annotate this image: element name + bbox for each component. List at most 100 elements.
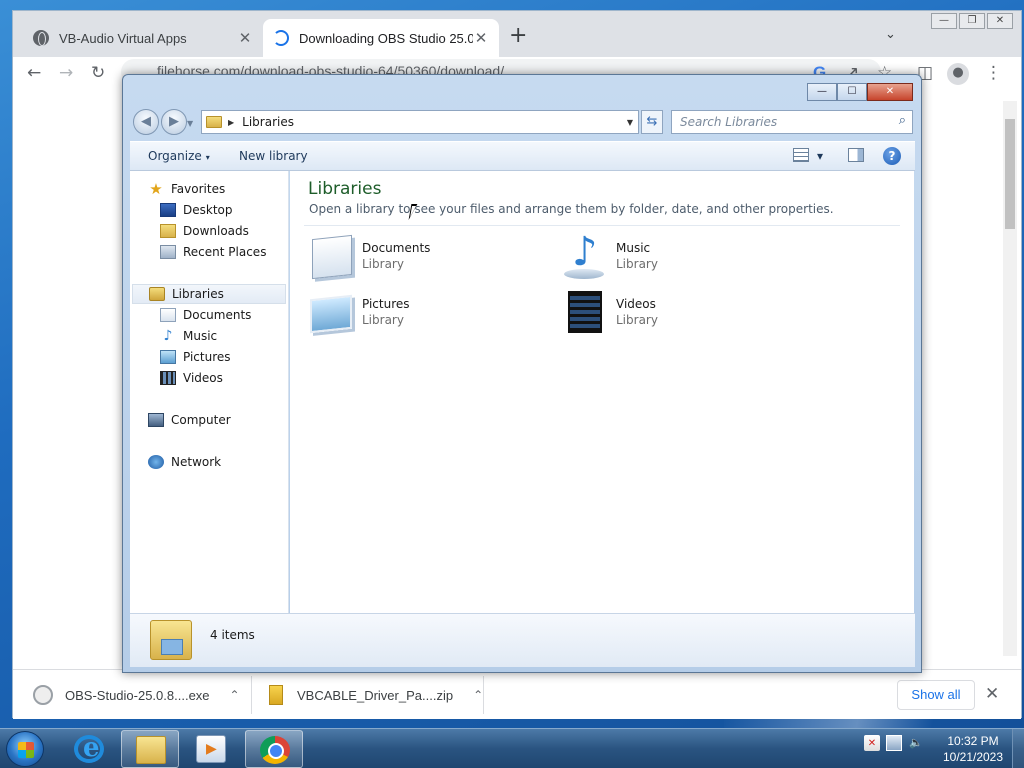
taskbar-button-chrome[interactable] [245,730,303,768]
forward-icon[interactable]: → [59,63,73,83]
nav-item-desktop[interactable]: Desktop [160,200,233,220]
menu-icon[interactable]: ⋮ [985,63,1002,83]
clock-date: 10/21/2023 [942,750,1004,764]
nav-label: Videos [183,371,223,385]
tab-title: Downloading OBS Studio 25.0.8 [299,30,473,46]
close-button[interactable]: ✕ [867,83,913,101]
page-scrollbar[interactable] [1003,101,1017,656]
nav-item-pictures[interactable]: Pictures [160,347,231,367]
preview-pane-icon[interactable] [848,148,864,162]
address-bar[interactable]: ▶ Libraries ▼ [201,110,639,134]
library-type: Library [616,313,658,327]
taskbar: 🔈 10:32 PM 10/21/2023 [0,728,1024,768]
nav-item-downloads[interactable]: Downloads [160,221,249,241]
nav-item-computer[interactable]: Computer [148,410,231,430]
close-tab-icon[interactable]: ✕ [473,29,489,47]
search-icon[interactable]: ⌕ [899,113,906,128]
tab-search-button[interactable]: ⌄ [885,27,896,42]
back-icon[interactable]: ← [27,63,41,83]
nav-label: Network [171,455,222,469]
nav-label: Downloads [183,224,249,238]
new-tab-button[interactable]: + [509,25,527,47]
scrollbar-thumb[interactable] [1005,119,1015,229]
forward-button[interactable]: ▶ [161,109,187,135]
profile-icon[interactable]: ● [947,63,969,85]
reload-icon[interactable]: ↻ [91,63,105,83]
obs-installer-icon [33,685,53,705]
nav-item-music[interactable]: ♪ Music [160,326,218,346]
nav-label: Recent Places [183,245,267,259]
library-tile-music[interactable]: Music Library [562,229,802,281]
pictures-library-icon [310,294,352,334]
taskbar-button-media-player[interactable] [182,730,240,768]
network-tray-icon[interactable] [886,735,902,751]
library-type: Library [362,257,404,271]
windows-media-player-icon [196,735,226,763]
start-orb-icon[interactable] [6,731,44,767]
library-name: Videos [616,297,656,311]
taskbar-button-explorer[interactable] [121,730,179,768]
view-options-chevron-icon[interactable]: ▾ [817,149,823,163]
library-name: Pictures [362,297,410,311]
network-icon [148,455,164,469]
download-item-vbcable[interactable]: VBCABLE_Driver_Pa....zip ⌃ [265,680,483,710]
close-tab-icon[interactable]: ✕ [237,29,253,47]
chevron-up-icon[interactable]: ⌃ [230,688,240,702]
close-button[interactable]: ✕ [987,13,1013,29]
nav-item-network[interactable]: Network [148,452,221,472]
command-bar: Organize ▾ New library ▾ ? [130,141,915,171]
clock[interactable]: 10:32 PM 10/21/2023 [940,733,1006,765]
page-title: Libraries [308,179,382,199]
search-input[interactable]: Search Libraries ⌕ [671,110,913,134]
chrome-icon [260,736,290,764]
documents-library-icon [312,234,352,280]
chevron-down-icon: ▾ [205,153,210,162]
nav-item-favorites[interactable]: ★ Favorites [148,179,225,199]
chrome-window-controls: — ❐ ✕ [931,13,1013,29]
change-view-icon[interactable] [793,148,809,162]
library-tile-documents[interactable]: Documents Library [308,233,548,281]
libraries-icon [206,116,222,128]
maximize-button[interactable]: ☐ [837,83,867,101]
download-filename: OBS-Studio-25.0.8....exe [65,687,210,703]
chevron-up-icon[interactable]: ⌃ [473,688,483,702]
show-desktop-button[interactable] [1012,729,1024,768]
new-library-button[interactable]: New library [239,149,308,163]
library-tile-videos[interactable]: Videos Library [562,289,802,337]
action-center-flag-icon[interactable] [864,735,880,751]
breadcrumb[interactable]: Libraries [242,115,622,129]
organize-button[interactable]: Organize ▾ [148,149,210,163]
minimize-button[interactable]: — [807,83,837,101]
nav-item-documents[interactable]: Documents [160,305,251,325]
taskbar-button-ie[interactable] [60,730,118,768]
download-item-obs[interactable]: OBS-Studio-25.0.8....exe ⌃ [33,680,240,710]
library-type: Library [616,257,658,271]
item-count: 4 items [210,628,255,642]
address-dropdown-icon[interactable]: ▼ [622,118,638,127]
nav-label: Pictures [183,350,231,364]
nav-item-videos[interactable]: Videos [160,368,223,388]
restore-button[interactable]: ❐ [959,13,985,29]
volume-icon[interactable]: 🔈 [908,735,924,751]
show-all-button[interactable]: Show all [897,680,975,710]
recent-pages-dropdown-icon[interactable]: ▼ [187,119,193,128]
loading-spinner-icon [273,30,289,46]
breadcrumb-separator-icon[interactable]: ▶ [228,118,234,127]
help-icon[interactable]: ? [883,147,901,165]
download-shelf: OBS-Studio-25.0.8....exe ⌃ VBCABLE_Drive… [13,669,1021,719]
tab-obs-download[interactable]: Downloading OBS Studio 25.0.8 ✕ [263,19,499,57]
library-name: Documents [362,241,431,255]
nav-item-recent-places[interactable]: Recent Places [160,242,266,262]
nav-item-libraries[interactable]: Libraries [132,284,286,304]
refresh-icon[interactable]: ⇆ [641,110,663,134]
library-tile-pictures[interactable]: Pictures Library [308,289,548,337]
explorer-window-controls: — ☐ ✕ [807,83,913,101]
music-icon: ♪ [163,328,173,344]
close-download-shelf-icon[interactable]: ✕ [985,684,999,704]
tab-vb-audio[interactable]: VB-Audio Virtual Apps ✕ [23,19,263,57]
nav-label: Libraries [172,287,224,301]
back-button[interactable]: ◀ [133,109,159,135]
computer-icon [148,413,164,427]
minimize-button[interactable]: — [931,13,957,29]
internet-explorer-icon [74,733,104,763]
